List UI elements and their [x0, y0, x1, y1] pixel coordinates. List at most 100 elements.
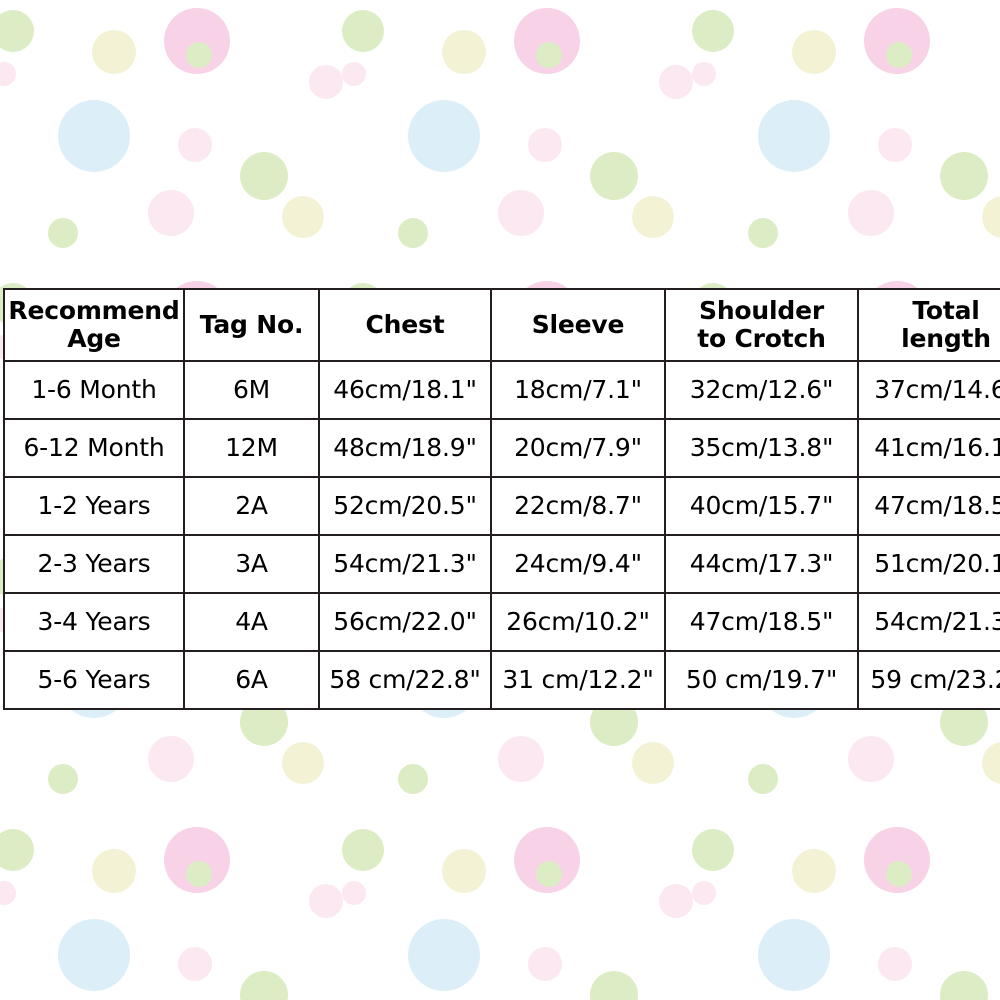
header-line-1: Total [912, 296, 980, 325]
background-dot [342, 10, 384, 52]
background-dot [659, 65, 693, 99]
background-dot [408, 919, 480, 991]
column-header-tag-no: Tag No. [183, 288, 320, 362]
cell-total-length: 59 cm/23.2" [857, 650, 1000, 710]
background-dot [398, 764, 428, 794]
cell-age: 1-2 Years [3, 476, 185, 536]
column-header-chest: Chest [318, 288, 492, 362]
background-dot [878, 947, 912, 981]
background-dot [940, 152, 988, 200]
cell-sleeve: 18cm/7.1" [490, 360, 666, 420]
size-chart-container: Recommend Age Tag No. Chest Sleeve Shoul… [3, 288, 1000, 710]
size-chart-page: Recommend Age Tag No. Chest Sleeve Shoul… [0, 0, 1000, 1000]
column-header-sleeve: Sleeve [490, 288, 666, 362]
background-dot [309, 884, 343, 918]
background-dot [92, 849, 136, 893]
cell-tag: 3A [183, 534, 320, 594]
background-dot [58, 100, 130, 172]
background-dot [528, 947, 562, 981]
background-dot [982, 742, 1000, 784]
header-row: Recommend Age Tag No. Chest Sleeve Shoul… [3, 288, 1000, 362]
cell-sleeve: 20cm/7.9" [490, 418, 666, 478]
header-line-1: Recommend [8, 296, 180, 325]
header-line-1: Tag No. [199, 310, 304, 339]
cell-chest: 46cm/18.1" [318, 360, 492, 420]
background-dot [632, 742, 674, 784]
cell-shoulder-to-crotch: 44cm/17.3" [664, 534, 859, 594]
cell-age: 6-12 Month [3, 418, 185, 478]
column-header-recommend-age: Recommend Age [3, 288, 185, 362]
table-row: 5-6 Years 6A 58 cm/22.8" 31 cm/12.2" 50 cm/1… [3, 650, 1000, 710]
background-dot [940, 971, 988, 1000]
background-dot [342, 829, 384, 871]
background-dot [692, 10, 734, 52]
background-dot [0, 829, 34, 871]
cell-shoulder-to-crotch: 47cm/18.5" [664, 592, 859, 652]
background-dot [536, 42, 562, 68]
cell-chest: 54cm/21.3" [318, 534, 492, 594]
cell-chest: 56cm/22.0" [318, 592, 492, 652]
background-dot [442, 30, 486, 74]
background-dot [0, 62, 16, 86]
table-header: Recommend Age Tag No. Chest Sleeve Shoul… [3, 288, 1000, 362]
background-dot [590, 971, 638, 1000]
cell-sleeve: 26cm/10.2" [490, 592, 666, 652]
background-dot [0, 10, 34, 52]
background-dot [792, 30, 836, 74]
cell-total-length: 54cm/21.3" [857, 592, 1000, 652]
background-dot [536, 861, 562, 887]
cell-sleeve: 22cm/8.7" [490, 476, 666, 536]
background-dot [528, 128, 562, 162]
background-dot [792, 849, 836, 893]
cell-sleeve: 24cm/9.4" [490, 534, 666, 594]
background-dot [148, 736, 194, 782]
background-dot [659, 884, 693, 918]
background-dot [982, 196, 1000, 238]
column-header-shoulder-to-crotch: Shoulder to Crotch [664, 288, 859, 362]
background-dot [408, 100, 480, 172]
background-dot [48, 764, 78, 794]
cell-age: 1-6 Month [3, 360, 185, 420]
background-dot [58, 919, 130, 991]
cell-tag: 6M [183, 360, 320, 420]
background-dot [590, 152, 638, 200]
cell-total-length: 41cm/16.1" [857, 418, 1000, 478]
table-row: 1-2 Years 2A 52cm/20.5" 22cm/8.7" 40cm/15.7"… [3, 476, 1000, 536]
cell-age: 3-4 Years [3, 592, 185, 652]
header-line-1: Sleeve [531, 310, 625, 339]
cell-chest: 48cm/18.9" [318, 418, 492, 478]
background-dot [240, 971, 288, 1000]
background-dot [342, 62, 366, 86]
cell-tag: 2A [183, 476, 320, 536]
background-dot [0, 881, 16, 905]
background-dot [848, 190, 894, 236]
background-dot [498, 736, 544, 782]
background-dot [692, 829, 734, 871]
background-dot [886, 42, 912, 68]
header-line-1: Chest [365, 310, 445, 339]
cell-shoulder-to-crotch: 40cm/15.7" [664, 476, 859, 536]
table-body: 1-6 Month 6M 46cm/18.1" 18cm/7.1" 32cm/12.6"… [3, 360, 1000, 710]
background-dot [886, 861, 912, 887]
background-dot [692, 881, 716, 905]
background-dot [282, 196, 324, 238]
table-row: 2-3 Years 3A 54cm/21.3" 24cm/9.4" 44cm/17.3"… [3, 534, 1000, 594]
background-dot [758, 919, 830, 991]
cell-chest: 52cm/20.5" [318, 476, 492, 536]
background-dot [632, 196, 674, 238]
cell-shoulder-to-crotch: 35cm/13.8" [664, 418, 859, 478]
cell-tag: 12M [183, 418, 320, 478]
table-row: 6-12 Month 12M 48cm/18.9" 20cm/7.9" 35cm/13.… [3, 418, 1000, 478]
header-line-2: to Crotch [697, 324, 826, 353]
background-dot [878, 128, 912, 162]
background-dot [442, 849, 486, 893]
background-dot [758, 100, 830, 172]
background-dot [748, 764, 778, 794]
cell-shoulder-to-crotch: 50 cm/19.7" [664, 650, 859, 710]
cell-total-length: 51cm/20.1" [857, 534, 1000, 594]
background-dot [398, 218, 428, 248]
background-dot [748, 218, 778, 248]
header-line-1: Shoulder [699, 296, 824, 325]
background-dot [92, 30, 136, 74]
background-dot [498, 190, 544, 236]
